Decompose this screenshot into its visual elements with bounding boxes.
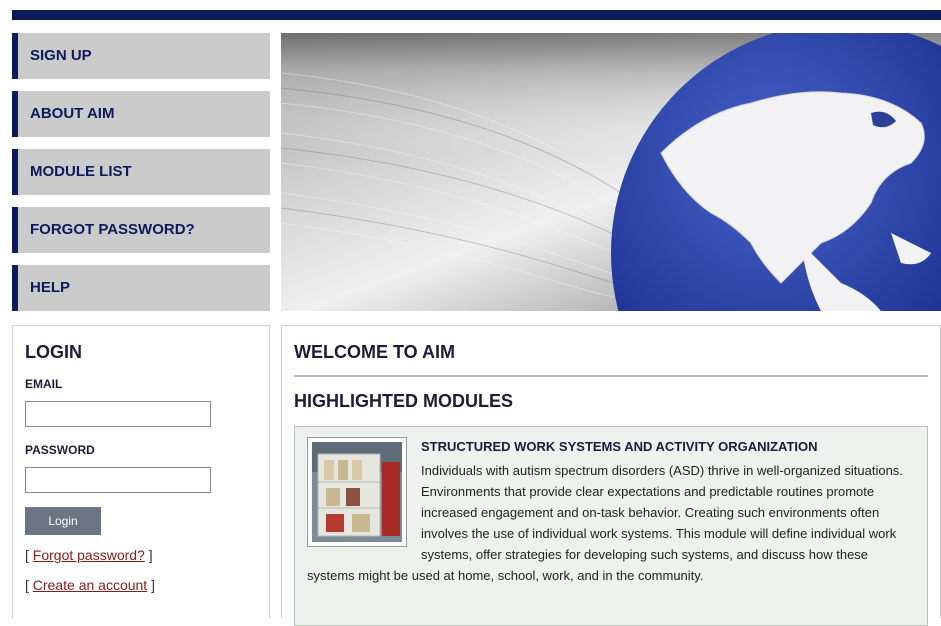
login-title: LOGIN xyxy=(25,342,82,362)
login-panel: LOGIN EMAIL PASSWORD Login [ Forgot pass… xyxy=(12,325,270,618)
email-label: EMAIL xyxy=(25,377,63,391)
nav-sign-up[interactable]: SIGN UP xyxy=(12,33,270,79)
nav-about-aim[interactable]: ABOUT AIM xyxy=(12,91,270,137)
main-content: WELCOME TO AIM HIGHLIGHTED MODULES STRUC… xyxy=(281,325,941,626)
create-account-link[interactable]: Create an account xyxy=(33,577,147,593)
create-bracket-close: ] xyxy=(147,577,155,593)
work-shelf-image xyxy=(312,442,402,542)
nav-module-list[interactable]: MODULE LIST xyxy=(12,149,270,195)
login-button[interactable]: Login xyxy=(25,507,101,535)
password-label: PASSWORD xyxy=(25,443,95,457)
welcome-title: WELCOME TO AIM xyxy=(294,342,455,362)
forgot-password-row: [ Forgot password? ] xyxy=(25,547,257,563)
side-nav: SIGN UP ABOUT AIM MODULE LIST FORGOT PAS… xyxy=(12,33,270,323)
forgot-bracket-close: ] xyxy=(144,547,153,563)
highlighted-modules-title: HIGHLIGHTED MODULES xyxy=(294,391,513,411)
nav-help[interactable]: HELP xyxy=(12,265,270,311)
email-input[interactable] xyxy=(25,401,211,427)
hero-globe-banner xyxy=(281,33,941,311)
create-bracket-open: [ xyxy=(25,577,33,593)
module-card: STRUCTURED WORK SYSTEMS AND ACTIVITY ORG… xyxy=(294,426,928,626)
password-input[interactable] xyxy=(25,467,211,493)
module-thumbnail[interactable] xyxy=(307,437,407,547)
nav-forgot-password[interactable]: FORGOT PASSWORD? xyxy=(12,207,270,253)
top-brand-bar xyxy=(12,10,941,20)
forgot-password-link[interactable]: Forgot password? xyxy=(33,547,145,563)
forgot-bracket-open: [ xyxy=(25,547,33,563)
create-account-row: [ Create an account ] xyxy=(25,577,257,593)
globe-banner-image xyxy=(281,33,941,311)
section-divider xyxy=(294,375,928,377)
